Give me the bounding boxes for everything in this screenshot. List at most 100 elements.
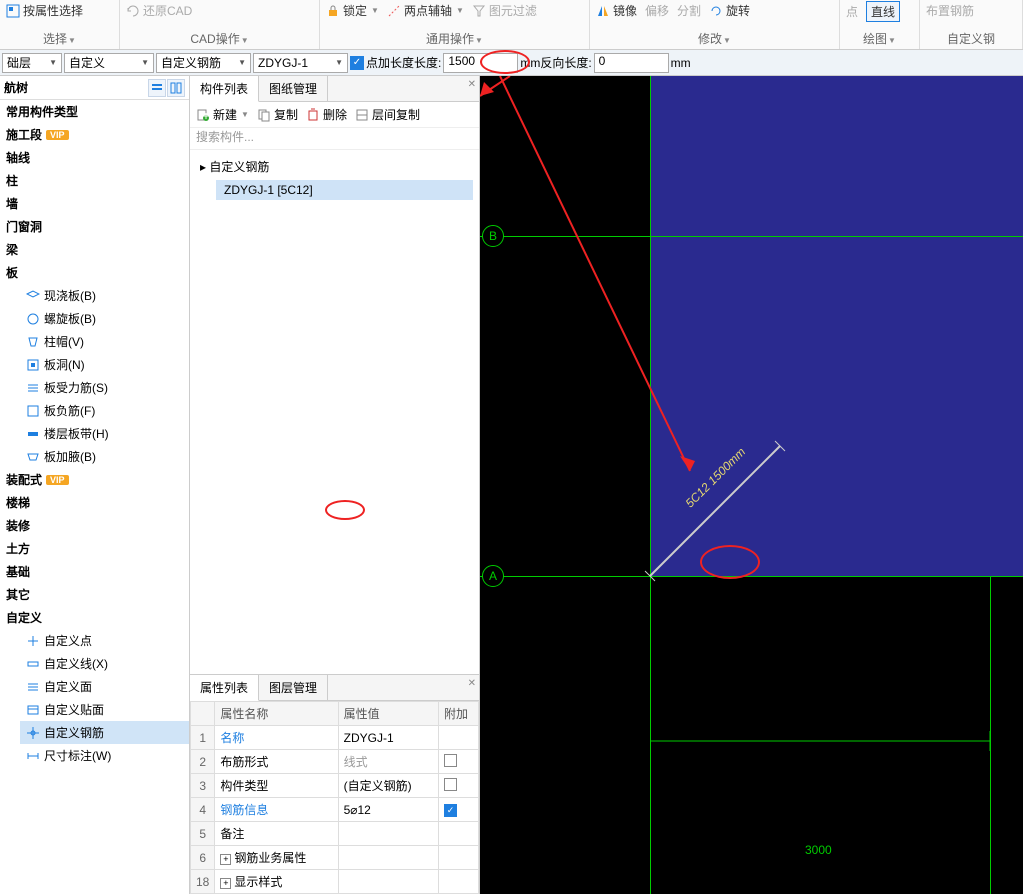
offset-button[interactable]: 偏移 <box>645 2 669 19</box>
close-tabs-icon[interactable]: ✕ <box>468 79 476 90</box>
split-label: 分割 <box>677 2 701 19</box>
drawing-canvas[interactable]: B A 5C12 1500mm 3000 <box>480 76 1023 894</box>
prop-row-3[interactable]: 3构件类型(自定义钢筋) <box>191 774 479 798</box>
component-combo[interactable]: ZDYGJ-1▼ <box>253 53 348 73</box>
cad-group-label: CAD操作 <box>190 32 239 46</box>
nav-slab-hole[interactable]: 板洞(N) <box>20 353 189 376</box>
length-checkbox[interactable]: ✓ <box>350 56 364 70</box>
spiral-icon <box>26 312 40 326</box>
dim-3000-text: 3000 <box>805 841 832 857</box>
line-button[interactable]: 直线 <box>866 1 900 22</box>
prop-row-1[interactable]: 1名称ZDYGJ-1 <box>191 726 479 750</box>
nav-haunch[interactable]: 板加腋(B) <box>20 445 189 468</box>
tab-component-list[interactable]: 构件列表 <box>190 76 259 102</box>
nav-door-window[interactable]: 门窗洞 <box>0 215 189 238</box>
tree-parent[interactable]: ▸ 自定义钢筋 <box>196 156 473 177</box>
prop-row-2[interactable]: 2布筋形式线式 <box>191 750 479 774</box>
mm-label: mm <box>671 56 691 70</box>
two-axis-button[interactable]: 两点辅轴▼ <box>387 2 464 19</box>
nav-custom[interactable]: 自定义 <box>0 606 189 629</box>
floor-copy-button[interactable]: 层间复制 <box>355 106 420 123</box>
length-input[interactable]: 1500 <box>443 53 518 73</box>
select-group-label: 选择 <box>43 32 67 46</box>
nav-slab-neg[interactable]: 板负筋(F) <box>20 399 189 422</box>
copy-button[interactable]: 复制 <box>257 106 298 123</box>
place-rebar-label: 布置钢筋 <box>926 2 974 19</box>
filter-icon <box>472 4 486 18</box>
nav-axis[interactable]: 轴线 <box>0 146 189 169</box>
mirror-label: 镜像 <box>613 2 637 19</box>
nav-cast-slab[interactable]: 现浇板(B) <box>20 284 189 307</box>
nav-slab[interactable]: 板 <box>0 261 189 284</box>
col-name: 属性名称 <box>215 702 338 726</box>
mirror-button[interactable]: 镜像 <box>596 2 637 19</box>
tab-drawing-mgmt[interactable]: 图纸管理 <box>259 76 328 101</box>
modify-group-label: 修改 <box>698 32 722 46</box>
restore-cad[interactable]: 还原CAD <box>126 2 192 19</box>
point-label: 点 <box>846 3 858 20</box>
nav-other[interactable]: 其它 <box>0 583 189 606</box>
dim-3000 <box>650 726 1000 756</box>
rotate-button[interactable]: 旋转 <box>709 2 750 19</box>
nav-foundation[interactable]: 基础 <box>0 560 189 583</box>
prop-row-6[interactable]: 6+钢筋业务属性 <box>191 846 479 870</box>
nav-custom-point[interactable]: 自定义点 <box>20 629 189 652</box>
property-panel: 属性列表 图层管理 ✕ 属性名称属性值附加 1名称ZDYGJ-1 2布筋形式线式… <box>190 674 479 894</box>
nav-assembly[interactable]: 装配式 VIP <box>0 468 189 491</box>
delete-button[interactable]: 删除 <box>306 106 347 123</box>
category-combo[interactable]: 自定义▼ <box>64 53 154 73</box>
nav-common[interactable]: 常用构件类型 <box>0 100 189 123</box>
split-button[interactable]: 分割 <box>677 2 701 19</box>
floor-value: 础层 <box>7 54 31 71</box>
tree-child[interactable]: ZDYGJ-1 [5C12] <box>216 180 473 200</box>
rebar-icon <box>26 381 40 395</box>
neg-icon <box>26 404 40 418</box>
close-prop-icon[interactable]: ✕ <box>468 678 476 689</box>
by-property-select[interactable]: 按属性选择 <box>6 2 83 19</box>
search-input[interactable]: 搜索构件... <box>190 128 479 150</box>
reverse-value: 0 <box>599 54 606 68</box>
nav-decoration[interactable]: 装修 <box>0 514 189 537</box>
nav-column[interactable]: 柱 <box>0 169 189 192</box>
tab-layer-mgmt[interactable]: 图层管理 <box>259 675 328 700</box>
length-label: 点加长度长度: <box>366 54 441 71</box>
nav-beam[interactable]: 梁 <box>0 238 189 261</box>
nav-column-cap[interactable]: 柱帽(V) <box>20 330 189 353</box>
category-value: 自定义 <box>69 54 105 71</box>
floor-combo[interactable]: 础层▼ <box>2 53 62 73</box>
delete-icon <box>306 108 320 122</box>
nav-custom-face[interactable]: 自定义面 <box>20 675 189 698</box>
nav-stair[interactable]: 楼梯 <box>0 491 189 514</box>
nav-tool-1[interactable] <box>148 79 166 97</box>
nav-wall[interactable]: 墙 <box>0 192 189 215</box>
prop-row-4[interactable]: 4钢筋信息5⌀12✓ <box>191 798 479 822</box>
nav-construction[interactable]: 施工段 VIP <box>0 123 189 146</box>
nav-spiral-slab[interactable]: 螺旋板(B) <box>20 307 189 330</box>
prop-tabs: 属性列表 图层管理 <box>190 675 479 701</box>
secondary-toolbar: 础层▼ 自定义▼ 自定义钢筋▼ ZDYGJ-1▼ ✓ 点加长度长度: 1500 … <box>0 50 1023 76</box>
mirror-icon <box>596 4 610 18</box>
reverse-input[interactable]: 0 <box>594 53 669 73</box>
nav-earthwork[interactable]: 土方 <box>0 537 189 560</box>
col-extra: 附加 <box>439 702 479 726</box>
cap-icon <box>26 335 40 349</box>
nav-slab-rebar[interactable]: 板受力筋(S) <box>20 376 189 399</box>
nav-custom-paste[interactable]: 自定义贴面 <box>20 698 189 721</box>
nav-custom-rebar[interactable]: 自定义钢筋 <box>20 721 189 744</box>
place-rebar[interactable]: 布置钢筋 <box>926 2 974 19</box>
prop-row-5[interactable]: 5备注 <box>191 822 479 846</box>
filter-button[interactable]: 图元过滤 <box>472 2 537 19</box>
type-combo[interactable]: 自定义钢筋▼ <box>156 53 251 73</box>
lock-button[interactable]: 锁定▼ <box>326 2 379 19</box>
new-button[interactable]: +新建▼ <box>196 106 249 123</box>
tab-prop-list[interactable]: 属性列表 <box>190 675 259 701</box>
axis-bubble-b: B <box>482 225 504 247</box>
nav-dimension[interactable]: 尺寸标注(W) <box>20 744 189 767</box>
prop-row-18[interactable]: 18+显示样式 <box>191 870 479 894</box>
nav-tree: 常用构件类型 施工段 VIP 轴线 柱 墙 门窗洞 梁 板 现浇板(B) 螺旋板… <box>0 100 189 894</box>
nav-custom-line[interactable]: 自定义线(X) <box>20 652 189 675</box>
point-button[interactable]: 点 <box>846 3 858 20</box>
nav-tool-2[interactable] <box>167 79 185 97</box>
nav-floor-band[interactable]: 楼层板带(H) <box>20 422 189 445</box>
lock-icon <box>326 4 340 18</box>
